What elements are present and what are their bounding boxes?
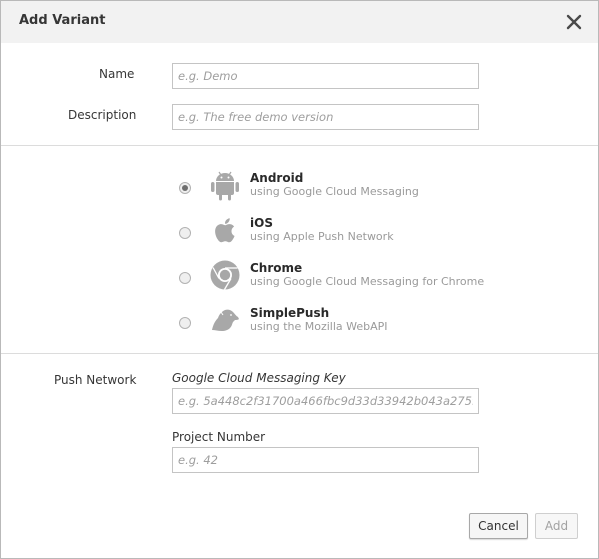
firefox-icon: [212, 309, 239, 331]
name-label: Name: [99, 67, 135, 81]
network-name: Chrome: [250, 261, 303, 275]
radio-simplepush[interactable]: [179, 317, 191, 329]
radio-android[interactable]: [179, 182, 191, 194]
add-variant-dialog: Add Variant Name Description Android usi…: [0, 0, 599, 559]
dialog-title: Add Variant: [19, 13, 106, 28]
network-subtitle: using Google Cloud Messaging for Chrome: [250, 275, 485, 288]
network-subtitle: using the Mozilla WebAPI: [250, 320, 388, 333]
dialog-header: Add Variant: [1, 1, 598, 43]
description-label: Description: [68, 108, 137, 122]
android-icon: [211, 171, 239, 201]
network-subtitle: using Apple Push Network: [250, 230, 394, 243]
network-name: iOS: [250, 216, 273, 230]
radio-ios[interactable]: [179, 227, 191, 239]
chrome-icon: [210, 260, 240, 290]
radio-chrome[interactable]: [179, 272, 191, 284]
project-number-input[interactable]: [172, 447, 479, 473]
close-icon[interactable]: [565, 13, 583, 31]
apple-icon: [215, 218, 235, 243]
push-network-label: Push Network: [54, 373, 137, 387]
project-number-label: Project Number: [172, 430, 266, 444]
network-name: SimplePush: [250, 306, 330, 320]
name-input[interactable]: [172, 63, 479, 89]
divider-top: [1, 145, 598, 146]
add-button[interactable]: Add: [535, 513, 578, 539]
description-input[interactable]: [172, 104, 479, 130]
gcm-key-label: Google Cloud Messaging Key: [172, 371, 346, 385]
network-subtitle: using Google Cloud Messaging: [250, 185, 419, 198]
network-name: Android: [250, 171, 304, 185]
gcm-key-input[interactable]: [172, 388, 479, 414]
divider-bottom: [1, 353, 598, 354]
cancel-button[interactable]: Cancel: [469, 513, 528, 539]
